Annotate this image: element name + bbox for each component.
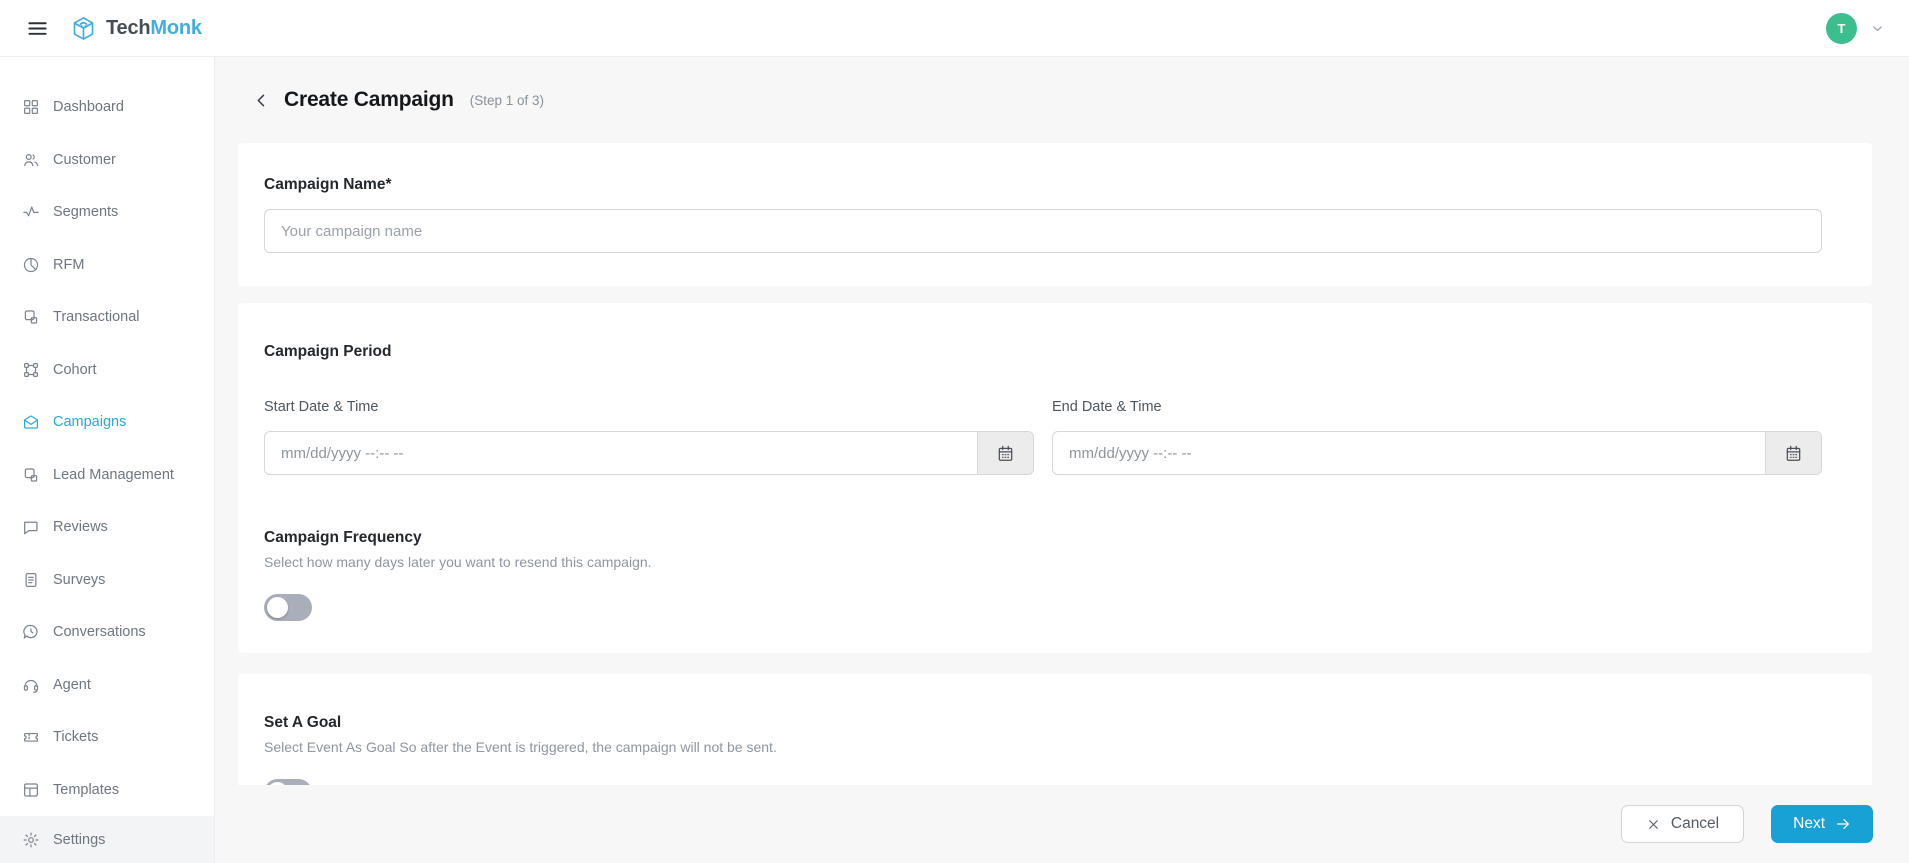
surveys-icon [22, 571, 40, 589]
top-header: TechMonk T [0, 0, 1909, 57]
set-a-goal-label: Set A Goal [264, 714, 342, 731]
campaign-name-card: Campaign Name* [238, 143, 1872, 286]
lead-management-icon [22, 466, 40, 484]
campaign-period-label: Campaign Period [264, 343, 392, 360]
cancel-button-label: Cancel [1670, 815, 1720, 832]
sidebar-nav: Dashboard Customer Segments RFM Transact… [0, 57, 215, 863]
sidebar-item-label: Customer [53, 151, 116, 168]
transactional-icon [22, 308, 40, 326]
campaign-frequency-toggle[interactable] [264, 594, 312, 621]
hamburger-menu-icon[interactable] [24, 15, 50, 41]
back-chevron-icon[interactable] [250, 89, 272, 111]
app-logo[interactable]: TechMonk [70, 15, 202, 42]
sidebar-item-surveys[interactable]: Surveys [0, 554, 214, 607]
page-header: Create Campaign (Step 1 of 3) [238, 85, 1872, 115]
user-avatar[interactable]: T [1826, 12, 1857, 44]
campaign-frequency-description: Select how many days later you want to r… [264, 554, 652, 570]
toggle-knob [267, 597, 288, 618]
app-logo-text: TechMonk [106, 16, 202, 39]
sidebar-item-lead-management[interactable]: Lead Management [0, 449, 214, 502]
rfm-icon [22, 256, 40, 274]
campaign-period-card: Campaign Period Start Date & Time mm/dd/… [238, 303, 1872, 653]
sidebar-item-label: Transactional [53, 309, 140, 326]
sidebar-item-label: Reviews [53, 519, 108, 536]
end-date-input[interactable]: mm/dd/yyyy --:-- -- [1052, 431, 1822, 475]
templates-icon [22, 781, 40, 799]
next-button[interactable]: Next [1771, 805, 1873, 843]
campaign-frequency-label: Campaign Frequency [264, 529, 422, 546]
next-arrow-right-icon [1835, 816, 1851, 832]
sidebar-item-label: Cohort [53, 361, 97, 378]
end-date-calendar-icon[interactable] [1765, 432, 1821, 474]
sidebar-item-rfm[interactable]: RFM [0, 239, 214, 292]
campaign-name-input[interactable] [264, 209, 1822, 253]
sidebar-item-tickets[interactable]: Tickets [0, 711, 214, 764]
conversations-icon [22, 623, 40, 641]
sidebar-item-label: Agent [53, 676, 91, 693]
techmonk-cube-icon [70, 15, 97, 42]
cancel-button[interactable]: Cancel [1620, 805, 1745, 843]
account-chevron-down-icon[interactable] [1870, 21, 1885, 36]
tickets-icon [22, 728, 40, 746]
set-a-goal-description: Select Event As Goal So after the Event … [264, 739, 777, 755]
campaigns-icon [22, 413, 40, 431]
sidebar-item-agent[interactable]: Agent [0, 659, 214, 712]
end-date-label: End Date & Time [1052, 399, 1162, 415]
sidebar-item-label: Dashboard [53, 99, 124, 116]
sidebar-item-transactional[interactable]: Transactional [0, 291, 214, 344]
sidebar-item-label: RFM [53, 256, 85, 273]
sidebar-item-conversations[interactable]: Conversations [0, 606, 214, 659]
cancel-x-icon [1646, 817, 1661, 832]
start-date-label: Start Date & Time [264, 399, 379, 415]
sidebar-item-segments[interactable]: Segments [0, 186, 214, 239]
start-date-input[interactable]: mm/dd/yyyy --:-- -- [264, 431, 1034, 475]
sidebar-item-customer[interactable]: Customer [0, 134, 214, 187]
dashboard-icon [22, 98, 40, 116]
sidebar-item-campaigns[interactable]: Campaigns [0, 396, 214, 449]
start-date-placeholder: mm/dd/yyyy --:-- -- [281, 444, 404, 462]
sidebar-item-label: Templates [53, 781, 120, 798]
segments-icon [22, 203, 40, 221]
customer-icon [22, 151, 40, 169]
sidebar-item-label: Conversations [53, 624, 146, 641]
main-content: Create Campaign (Step 1 of 3) Campaign N… [215, 57, 1909, 863]
date-range-grid: Start Date & Time mm/dd/yyyy --:-- -- En… [264, 399, 1822, 475]
page-title: Create Campaign [284, 88, 454, 111]
settings-gear-icon [22, 831, 40, 849]
next-button-label: Next [1793, 815, 1825, 832]
agent-icon [22, 676, 40, 694]
sidebar-item-templates[interactable]: Templates [0, 764, 214, 817]
campaign-frequency-section: Campaign Frequency Select how many days … [264, 529, 1822, 621]
sidebar-item-dashboard[interactable]: Dashboard [0, 81, 214, 134]
cohort-icon [22, 361, 40, 379]
reviews-icon [22, 518, 40, 536]
end-date-placeholder: mm/dd/yyyy --:-- -- [1069, 444, 1192, 462]
sidebar-item-label: Surveys [53, 571, 106, 588]
sidebar-item-label: Lead Management [53, 466, 174, 483]
wizard-footer: Cancel Next [215, 785, 1909, 863]
step-indicator: (Step 1 of 3) [469, 92, 545, 108]
sidebar-item-label: Segments [53, 204, 119, 221]
start-date-calendar-icon[interactable] [977, 432, 1033, 474]
sidebar-item-reviews[interactable]: Reviews [0, 501, 214, 554]
sidebar-item-label: Settings [53, 831, 106, 848]
sidebar-item-label: Tickets [53, 729, 99, 746]
sidebar-item-settings[interactable]: Settings [0, 816, 214, 863]
sidebar-item-cohort[interactable]: Cohort [0, 344, 214, 397]
campaign-name-label: Campaign Name* [264, 176, 392, 193]
sidebar-item-label: Campaigns [53, 414, 127, 431]
